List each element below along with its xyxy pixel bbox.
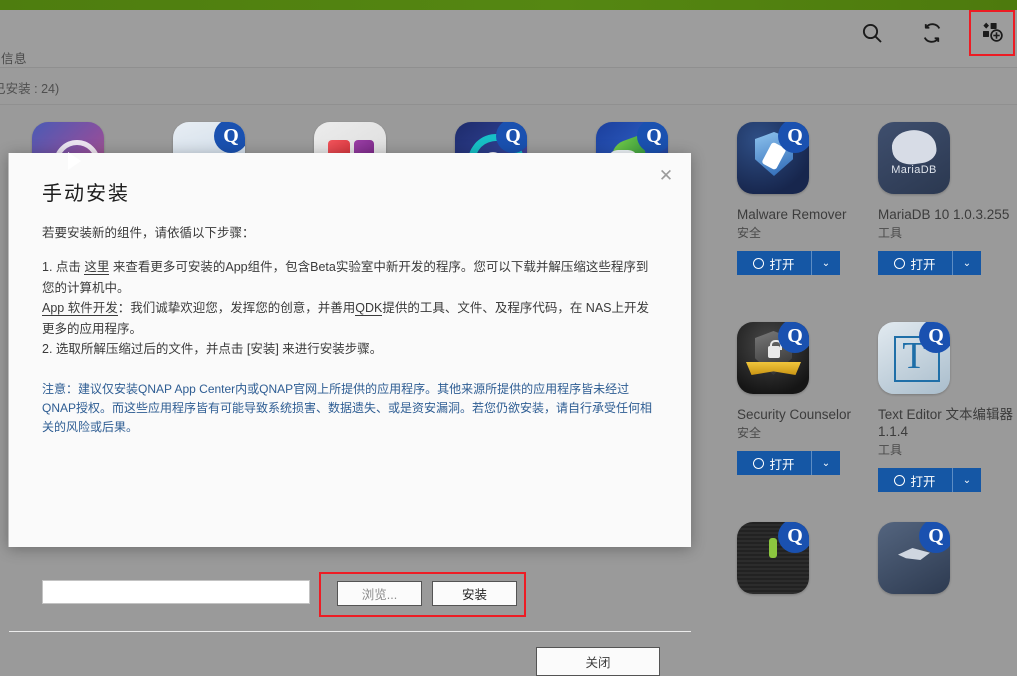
manual-install-dialog: 手动安装 ✕ 若要安装新的组件，请依循以下步骤： 1. 点击 这里 来查看更多可… xyxy=(8,153,691,676)
app-card-security-counselor[interactable]: Q Security Counselor 安全 打开 ⌄ xyxy=(737,322,882,475)
installed-count-label: (已安装 : 24) xyxy=(0,82,60,96)
dialog-footer-divider xyxy=(9,631,691,632)
power-icon xyxy=(753,457,765,469)
open-button[interactable]: 打开 xyxy=(737,451,811,475)
dialog-note: 注意：建议仅安装QNAP App Center内或QNAP官网上所提供的应用程序… xyxy=(42,381,653,434)
app-category: 工具 xyxy=(878,443,903,457)
header-icon-group xyxy=(855,10,1015,56)
app-category: 安全 xyxy=(737,226,762,240)
installed-strip xyxy=(0,68,1017,104)
qvpn-icon: Q xyxy=(737,522,809,594)
refresh-icon[interactable] xyxy=(915,16,949,50)
open-button-label: 打开 xyxy=(769,257,795,272)
install-button[interactable]: 安装 xyxy=(432,581,517,606)
close-icon[interactable]: ✕ xyxy=(653,163,679,189)
chevron-down-icon[interactable]: ⌄ xyxy=(812,451,840,475)
open-button[interactable]: 打开 xyxy=(878,251,952,275)
qboat-icon: Q xyxy=(878,522,950,594)
file-path-input[interactable] xyxy=(42,580,310,604)
open-button-group[interactable]: 打开 ⌄ xyxy=(737,451,840,475)
dialog-step-2: 2. 选取所解压缩过后的文件，并点击 [安装] 来进行安装步骤。 xyxy=(42,342,383,356)
q-badge: Q xyxy=(637,122,668,153)
power-icon xyxy=(894,474,906,486)
mariadb-wordmark: MariaDB xyxy=(891,164,937,176)
chevron-down-icon[interactable]: ⌄ xyxy=(953,251,981,275)
chevron-down-icon[interactable]: ⌄ xyxy=(953,468,981,492)
open-button-label: 打开 xyxy=(910,474,936,489)
top-green-bar xyxy=(0,0,1017,10)
qdk-link[interactable]: QDK xyxy=(355,301,383,316)
step1c-prefix: ：我们诚挚欢迎您，发挥您的创意，并善用 xyxy=(117,301,356,315)
app-card[interactable]: Q xyxy=(737,522,882,594)
search-icon[interactable] xyxy=(855,16,889,50)
app-dev-link[interactable]: App 软件开发 xyxy=(42,301,118,316)
manual-install-icon[interactable] xyxy=(969,10,1015,56)
open-button[interactable]: 打开 xyxy=(737,251,811,275)
close-button[interactable]: 关闭 xyxy=(536,647,660,676)
app-category: 工具 xyxy=(878,226,903,240)
step1-suffix: 来查看更多可安装的App组件，包含Beta实验室中新开发的程序。您可以下载并解压… xyxy=(42,260,649,295)
open-button[interactable]: 打开 xyxy=(878,468,952,492)
app-title: Text Editor 文本编辑器 1.1.4 xyxy=(878,407,1014,439)
step1-prefix: 1. 点击 xyxy=(42,260,85,274)
installed-divider xyxy=(0,104,1017,105)
open-button-group[interactable]: 打开 ⌄ xyxy=(737,251,840,275)
security-counselor-icon: Q xyxy=(737,322,809,394)
open-button-label: 打开 xyxy=(769,457,795,472)
dialog-lead-text: 若要安装新的组件，请依循以下步骤： xyxy=(42,226,255,240)
dialog-step-1: 1. 点击 这里 来查看更多可安装的App组件，包含Beta实验室中新开发的程序… xyxy=(42,257,657,298)
app-title: MariaDB 10 1.0.3.255 xyxy=(878,207,1010,222)
q-badge: Q xyxy=(778,122,809,153)
power-icon xyxy=(894,257,906,269)
app-card-malware-remover[interactable]: Q Malware Remover 安全 打开 ⌄ xyxy=(737,122,882,275)
text-editor-icon: T Q xyxy=(878,322,950,394)
q-badge: Q xyxy=(496,122,527,153)
volume-info-label: 卷信息 xyxy=(0,52,28,66)
q-badge: Q xyxy=(919,522,950,553)
open-button-group[interactable]: 打开 ⌄ xyxy=(878,468,981,492)
here-link[interactable]: 这里 xyxy=(84,260,110,275)
app-card-mariadb[interactable]: MariaDB MariaDB 10 1.0.3.255 工具 打开 ⌄ xyxy=(878,122,1017,275)
dialog-title: 手动安装 xyxy=(42,183,130,205)
open-button-label: 打开 xyxy=(910,257,936,272)
app-card-text-editor[interactable]: T Q Text Editor 文本编辑器 1.1.4 工具 打开 ⌄ xyxy=(878,322,1017,492)
q-badge: Q xyxy=(214,122,245,153)
q-badge: Q xyxy=(778,522,809,553)
dialog-step-1c: App 软件开发：我们诚挚欢迎您，发挥您的创意，并善用QDK提供的工具、文件、及… xyxy=(42,298,657,339)
app-title: Security Counselor xyxy=(737,407,852,422)
app-category: 安全 xyxy=(737,426,762,440)
dialog-body: 若要安装新的组件，请依循以下步骤： 1. 点击 这里 来查看更多可安装的App组… xyxy=(42,223,657,437)
q-badge: Q xyxy=(919,322,950,353)
malware-remover-icon: Q xyxy=(737,122,809,194)
browse-button[interactable]: 浏览... xyxy=(337,581,422,606)
app-card[interactable]: Q xyxy=(878,522,1017,594)
open-button-group[interactable]: 打开 ⌄ xyxy=(878,251,981,275)
chevron-down-icon[interactable]: ⌄ xyxy=(812,251,840,275)
q-badge: Q xyxy=(778,322,809,353)
app-title: Malware Remover xyxy=(737,207,847,222)
mariadb-icon: MariaDB xyxy=(878,122,950,194)
power-icon xyxy=(753,257,765,269)
